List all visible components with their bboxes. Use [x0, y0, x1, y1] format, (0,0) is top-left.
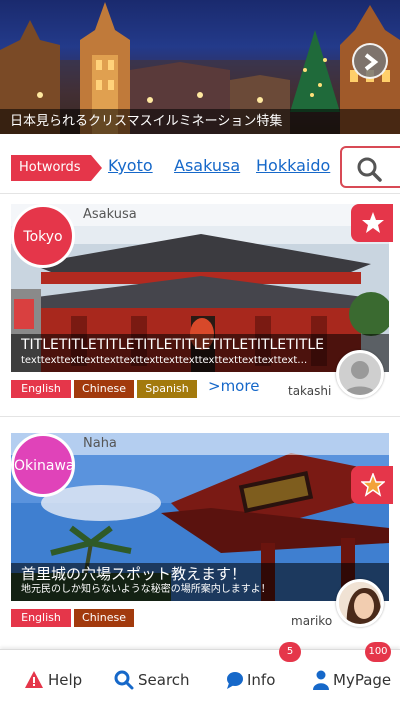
- city-badge[interactable]: Okinawa: [11, 433, 75, 497]
- hero-caption: 日本見られるクリスマスイルミネーション特集: [0, 109, 400, 134]
- hotword-link-asakusa[interactable]: Asakusa: [174, 156, 240, 175]
- hotword-link-hokkaido[interactable]: Hokkaido: [256, 156, 330, 175]
- nav-search[interactable]: Search: [114, 670, 194, 692]
- tag-english[interactable]: English: [11, 609, 71, 627]
- tag-chinese[interactable]: Chinese: [74, 609, 134, 627]
- divider: [0, 416, 400, 417]
- post-subtitle: texttexttexttexttexttexttexttexttexttext…: [21, 355, 308, 366]
- place-name: Naha: [83, 436, 117, 451]
- post-title: TITLETITLETITLETITLETITLETITLETITLETITLE: [21, 337, 325, 353]
- hotword-link-kyoto[interactable]: Kyoto: [108, 156, 153, 175]
- mypage-badge: 100: [365, 642, 391, 662]
- author-name[interactable]: mariko: [291, 614, 332, 628]
- hero-next-button[interactable]: [352, 43, 388, 79]
- star-icon: [362, 212, 384, 233]
- nav-info[interactable]: Info: [225, 670, 285, 692]
- favorite-button[interactable]: [351, 466, 393, 504]
- nav-label: Help: [48, 671, 83, 689]
- more-tags-link[interactable]: >more: [208, 377, 259, 395]
- tag-english[interactable]: English: [11, 380, 71, 398]
- user-photo: [339, 582, 381, 624]
- nav-label: Search: [138, 671, 190, 689]
- hotwords-bar: Hotwords Kyoto Asakusa Hokkaido: [0, 144, 400, 188]
- warning-icon: [25, 671, 43, 688]
- tag-chinese[interactable]: Chinese: [74, 380, 134, 398]
- favorite-button[interactable]: [351, 204, 393, 242]
- info-badge: 5: [279, 642, 301, 662]
- star-icon: [361, 473, 385, 497]
- post-card[interactable]: Naha 首里城の穴場スポット教えます！ 地元民のしか知らないような秘密の場所案…: [11, 433, 393, 633]
- hero-banner[interactable]: 日本見られるクリスマスイルミネーション特集: [0, 0, 400, 134]
- avatar[interactable]: [336, 350, 384, 398]
- user-icon: [313, 670, 329, 690]
- nav-label: MyPage: [333, 671, 392, 689]
- divider: [0, 193, 400, 194]
- nav-help[interactable]: Help: [24, 670, 84, 692]
- default-user-icon: [343, 361, 377, 395]
- chevron-right-icon: [364, 53, 379, 71]
- hotwords-label: Hotwords: [11, 155, 102, 181]
- search-icon: [357, 157, 382, 182]
- title-band: 首里城の穴場スポット教えます！ 地元民のしか知らないような秘密の場所案内しますよ…: [11, 563, 389, 601]
- title-band: TITLETITLETITLETITLETITLETITLETITLETITLE…: [11, 334, 389, 372]
- speech-bubble-icon: [227, 672, 243, 689]
- bottom-nav: Help Search Info 5 MyPage 100: [0, 642, 400, 711]
- tag-spanish[interactable]: Spanish: [137, 380, 197, 398]
- post-title: 首里城の穴場スポット教えます！: [21, 566, 247, 583]
- nav-label: Info: [247, 671, 276, 689]
- avatar[interactable]: [336, 579, 384, 627]
- author-name[interactable]: takashi: [288, 384, 331, 398]
- place-name: Asakusa: [83, 207, 137, 222]
- city-badge[interactable]: Tokyo: [11, 204, 75, 268]
- search-button[interactable]: [340, 146, 400, 188]
- nav-mypage[interactable]: MyPage: [312, 670, 396, 692]
- search-icon: [114, 670, 134, 690]
- post-subtitle: 地元民のしか知らないような秘密の場所案内しますよ！: [21, 584, 271, 595]
- post-card[interactable]: Asakusa TITLETITLETITLETITLETITLETITLETI…: [11, 204, 393, 404]
